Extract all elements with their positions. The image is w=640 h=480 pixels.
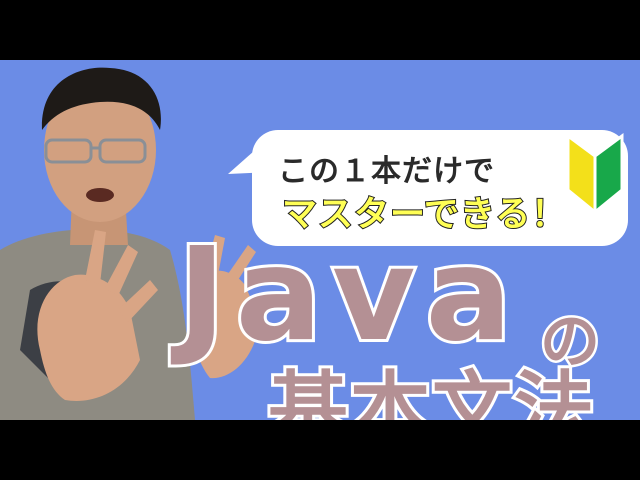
letterbox-top: [0, 0, 640, 60]
letterbox-bottom: [0, 420, 640, 480]
bubble-line1: この１本だけで: [278, 154, 495, 189]
beginner-mark-icon: [566, 133, 624, 216]
video-thumbnail: この１本だけで マスターできる！ Java の 基本文法: [0, 60, 640, 420]
title-subject: 基本文法: [265, 363, 597, 421]
title-java: Java: [175, 221, 522, 370]
